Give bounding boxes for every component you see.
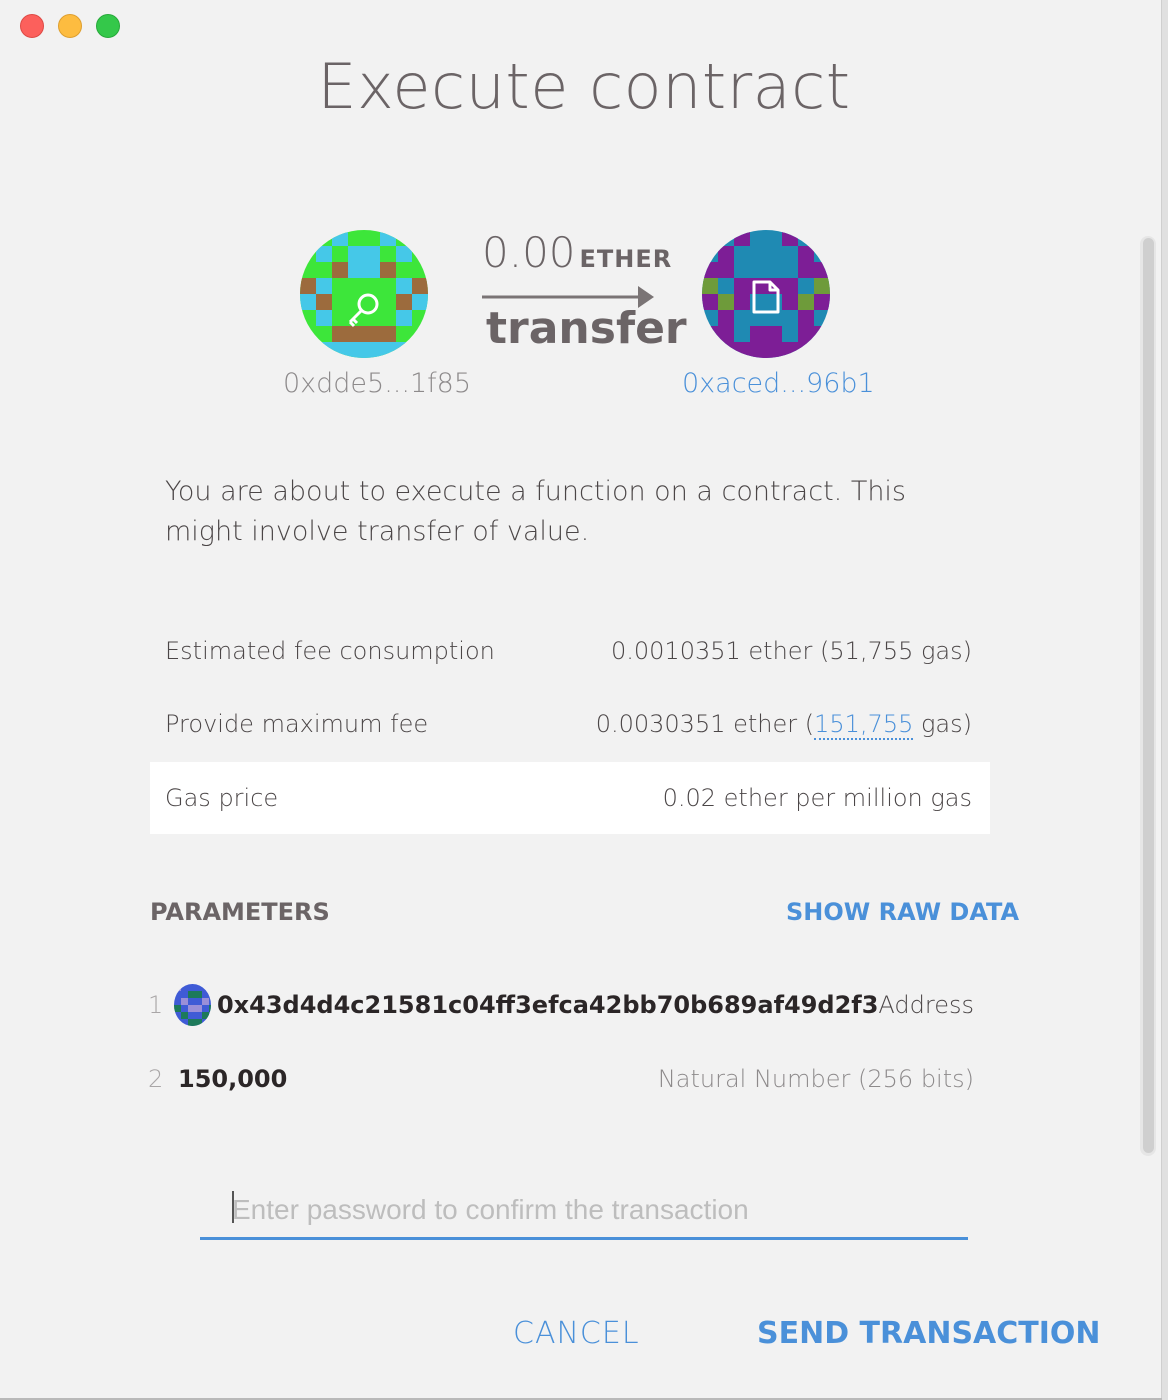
maximum-fee-row: Provide maximum fee 0.0030351 ether (151…	[150, 688, 990, 760]
gas-price-row: Gas price 0.02 ether per million gas	[150, 762, 990, 834]
minimize-window-button[interactable]	[58, 14, 82, 38]
window-controls	[20, 14, 120, 38]
amount-unit: ETHER	[579, 245, 673, 273]
gas-price-value: 0.02 ether per million gas	[662, 784, 972, 812]
execution-description: You are about to execute a function on a…	[165, 476, 906, 547]
parameter-type: Natural Number (256 bits)	[657, 1065, 974, 1093]
scroll-fade	[0, 1100, 1161, 1160]
parameter-value: 150,000	[178, 1065, 288, 1093]
execute-contract-window: Execute contract 0xdde5...1f85 0.00 ETHE…	[0, 0, 1162, 1398]
estimated-fee-label: Estimated fee consumption	[165, 637, 495, 665]
maximum-gas-link[interactable]: 151,755	[814, 710, 914, 740]
parameter-index: 2	[148, 1065, 164, 1093]
password-field-wrapper	[200, 1182, 968, 1240]
show-raw-data-button[interactable]: SHOW RAW DATA	[786, 898, 1019, 926]
to-address-link[interactable]: 0xaced...96b1	[682, 368, 875, 399]
background-window-edge	[1162, 0, 1168, 1400]
maximum-fee-label: Provide maximum fee	[165, 710, 429, 738]
parameter-row: 1 0x43d4d4c21581c04ff3efca42bb70b689af49…	[148, 980, 974, 1030]
parameter-index: 1	[148, 991, 164, 1019]
parameter-identicon-pattern	[174, 984, 211, 1026]
maximum-fee-prefix: 0.0030351 ether (	[595, 710, 815, 738]
maximum-fee-suffix: gas)	[913, 710, 972, 738]
scrollbar-thumb[interactable]	[1143, 238, 1154, 1153]
cancel-button[interactable]: CANCEL	[513, 1316, 640, 1351]
parameter-value: 0x43d4d4c21581c04ff3efca42bb70b689af49d2…	[216, 991, 879, 1019]
parameter-row: 2 150,000 Natural Number (256 bits)	[148, 1054, 974, 1104]
maximum-fee-value: 0.0030351 ether (151,755 gas)	[595, 710, 972, 740]
to-contract-identicon[interactable]	[702, 230, 830, 358]
function-name: transfer	[486, 303, 687, 354]
from-address: 0xdde5...1f85	[283, 368, 472, 399]
password-input[interactable]	[200, 1182, 968, 1237]
parameter-type: Address	[878, 991, 974, 1019]
zoom-window-button[interactable]	[96, 14, 120, 38]
close-window-button[interactable]	[20, 14, 44, 38]
gas-price-label: Gas price	[165, 784, 279, 812]
estimated-fee-value: 0.0010351 ether (51,755 gas)	[610, 637, 972, 665]
parameters-heading: PARAMETERS	[150, 898, 330, 926]
text-cursor	[232, 1191, 234, 1223]
from-account-identicon[interactable]	[300, 230, 428, 358]
send-transaction-button[interactable]: SEND TRANSACTION	[757, 1316, 1101, 1351]
amount-value: 0.00	[482, 228, 576, 277]
parameter-address-identicon	[174, 984, 211, 1026]
key-icon	[348, 293, 379, 328]
document-icon	[752, 280, 780, 314]
transfer-amount: 0.00 ETHER	[482, 228, 672, 277]
page-title: Execute contract	[317, 50, 851, 123]
estimated-fee-row: Estimated fee consumption 0.0010351 ethe…	[150, 615, 990, 687]
